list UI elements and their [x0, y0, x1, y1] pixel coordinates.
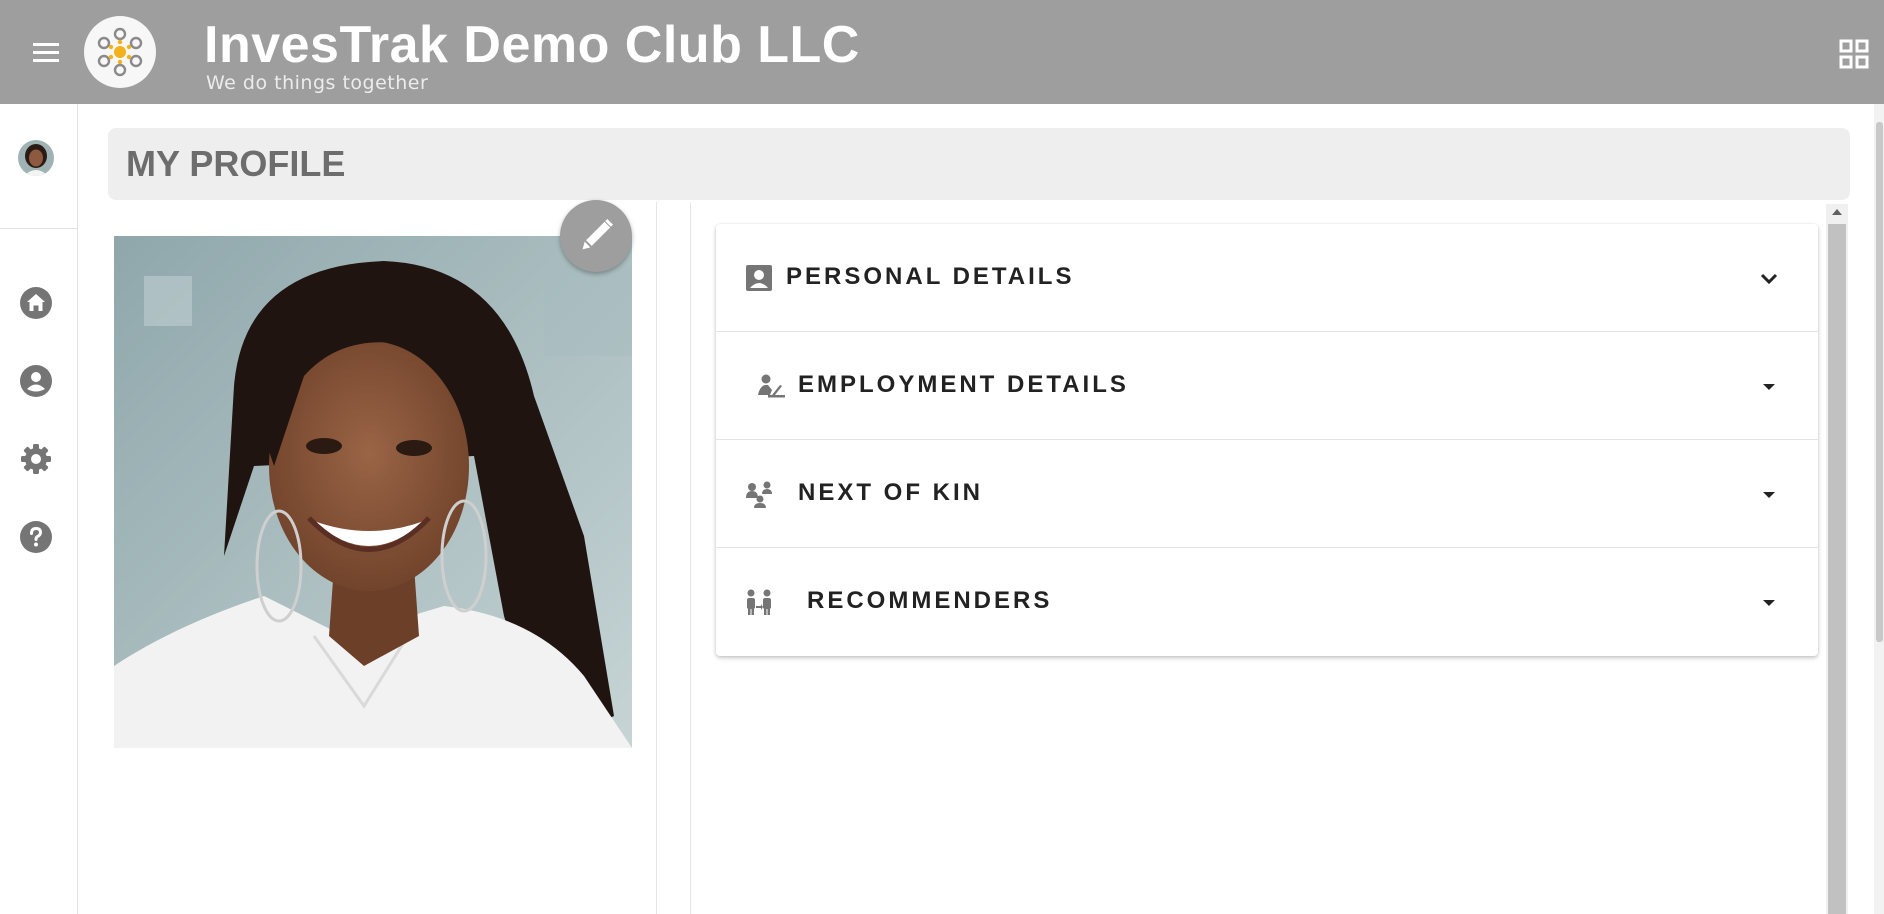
gear-icon[interactable]	[19, 442, 53, 476]
panel-title: NEXT OF KIN	[798, 479, 984, 506]
panel-title: RECOMMENDERS	[807, 587, 1053, 614]
page-header: MY PROFILE	[108, 128, 1850, 200]
family-icon	[744, 479, 774, 509]
home-icon[interactable]	[19, 286, 53, 320]
edit-photo-button[interactable]	[560, 200, 632, 272]
help-circle-icon[interactable]	[19, 520, 53, 554]
caret-down-icon[interactable]	[1754, 480, 1784, 510]
rail-divider	[0, 228, 77, 229]
people-referral-icon	[744, 587, 774, 617]
content-scrollbar-thumb[interactable]	[1828, 224, 1846, 914]
club-logo[interactable]	[84, 16, 156, 88]
page-title: MY PROFILE	[126, 143, 346, 184]
page-scrollbar-thumb[interactable]	[1876, 122, 1883, 642]
panel-title: PERSONAL DETAILS	[786, 263, 1075, 290]
apps-grid-icon[interactable]	[1838, 38, 1870, 70]
panel-next-of-kin[interactable]: NEXT OF KIN	[716, 440, 1818, 548]
chevron-down-icon[interactable]	[1754, 264, 1784, 294]
profile-photo	[114, 236, 632, 748]
panel-title: EMPLOYMENT DETAILS	[798, 371, 1129, 398]
caret-down-icon[interactable]	[1754, 372, 1784, 402]
top-app-bar: InvesTrak Demo Club LLC We do things tog…	[0, 0, 1884, 104]
scroll-up-arrow-icon[interactable]	[1829, 206, 1845, 218]
user-avatar[interactable]	[18, 140, 54, 176]
contact-card-icon	[744, 263, 774, 293]
panel-employment-details[interactable]: EMPLOYMENT DETAILS	[716, 332, 1818, 440]
account-circle-icon[interactable]	[19, 364, 53, 398]
column-divider	[656, 202, 657, 914]
profile-sections-accordion: PERSONAL DETAILS EMPLOYMENT DETAILS NEXT…	[716, 224, 1818, 656]
app-title: InvesTrak Demo Club LLC	[204, 16, 860, 74]
panel-personal-details[interactable]: PERSONAL DETAILS	[716, 224, 1818, 332]
pencil-icon	[582, 219, 613, 250]
person-at-desk-icon	[756, 371, 786, 401]
panel-recommenders[interactable]: RECOMMENDERS	[716, 548, 1818, 655]
menu-icon[interactable]	[30, 36, 66, 68]
column-divider	[690, 202, 691, 914]
app-subtitle: We do things together	[206, 72, 429, 94]
side-navigation	[0, 104, 78, 914]
caret-down-icon[interactable]	[1754, 588, 1784, 618]
